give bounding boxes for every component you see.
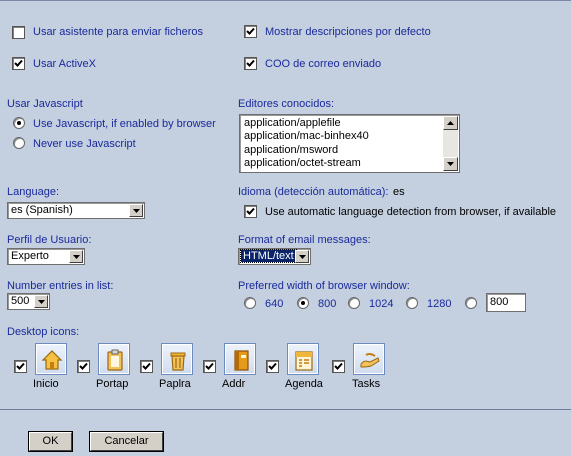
auto-language-label: Use automatic language detection from br…: [265, 206, 557, 218]
check-icon: [205, 362, 214, 370]
entries-title: Number entries in list:: [7, 280, 114, 292]
scrollbar[interactable]: [443, 116, 458, 171]
icon-checkbox-inicio[interactable]: [14, 360, 27, 373]
list-item[interactable]: application/octet-stream: [244, 157, 361, 169]
home-icon[interactable]: [35, 343, 67, 375]
scroll-up-button[interactable]: [443, 116, 458, 130]
check-icon: [16, 362, 25, 370]
entries-value: 500: [11, 295, 30, 307]
icon-checkbox-tasks[interactable]: [332, 360, 345, 373]
coo-checkbox[interactable]: [244, 57, 257, 70]
profile-select[interactable]: Experto: [7, 248, 85, 265]
activex-label: Usar ActiveX: [33, 58, 96, 70]
width-option-label: 640: [265, 298, 284, 310]
clipboard-icon[interactable]: [98, 343, 130, 375]
top-border: [0, 0, 571, 1]
wizard-checkbox[interactable]: [12, 26, 25, 39]
calendar-icon[interactable]: [287, 343, 319, 375]
editors-listbox[interactable]: application/applefile application/mac-bi…: [239, 114, 460, 173]
email-format-title: Format of email messages:: [238, 234, 371, 246]
check-icon: [79, 362, 88, 370]
icon-label: Portap: [96, 378, 129, 390]
width-option-label: 1280: [427, 298, 452, 310]
width-option-label: 1024: [369, 298, 394, 310]
language-value: es (Spanish): [11, 204, 73, 216]
separator: [0, 409, 571, 410]
auto-language-checkbox[interactable]: [244, 205, 257, 218]
width-1280-radio[interactable]: [406, 297, 418, 309]
profile-value: Experto: [11, 250, 49, 262]
check-icon: [246, 207, 255, 215]
editors-title: Editores conocidos:: [238, 98, 334, 110]
address-book-icon[interactable]: [224, 343, 256, 375]
icon-checkbox-portap[interactable]: [77, 360, 90, 373]
desktop-icons-title: Desktop icons:: [7, 326, 80, 338]
check-icon: [268, 362, 277, 370]
custom-width-input[interactable]: 800: [486, 293, 526, 312]
icon-label: Tasks: [352, 378, 381, 390]
language-select[interactable]: es (Spanish): [7, 202, 145, 219]
icon-label: Addr: [222, 378, 246, 390]
chevron-down-icon: [133, 209, 140, 213]
cancel-button[interactable]: Cancelar: [90, 432, 163, 451]
detected-language-label: Idioma (detección automática):: [238, 186, 389, 198]
width-1024-radio[interactable]: [348, 297, 360, 309]
profile-title: Perfil de Usuario:: [7, 234, 92, 246]
chevron-down-icon: [73, 255, 80, 259]
icon-label: Inicio: [33, 378, 59, 390]
language-title: Language:: [7, 186, 59, 198]
tasks-icon[interactable]: [353, 343, 385, 375]
width-640-radio[interactable]: [244, 297, 256, 309]
icon-checkbox-paplra[interactable]: [140, 360, 153, 373]
javascript-option-label: Use Javascript, if enabled by browser: [33, 118, 216, 130]
javascript-title: Usar Javascript: [7, 98, 83, 110]
check-icon: [334, 362, 343, 370]
icon-label: Agenda: [285, 378, 323, 390]
coo-label: COO de correo enviado: [265, 58, 382, 70]
show-descriptions-label: Mostrar descripciones por defecto: [265, 26, 431, 38]
email-format-value: HTML/text: [240, 249, 297, 263]
javascript-never-radio[interactable]: [13, 137, 25, 149]
list-item[interactable]: application/applefile: [244, 117, 341, 129]
chevron-down-icon: [38, 300, 45, 304]
icon-checkbox-agenda[interactable]: [266, 360, 279, 373]
show-descriptions-checkbox[interactable]: [244, 25, 257, 38]
activex-checkbox[interactable]: [12, 57, 25, 70]
check-icon: [246, 59, 255, 67]
detected-language-value: es: [393, 186, 405, 198]
check-icon: [246, 27, 255, 35]
width-option-label: 800: [318, 298, 337, 310]
ok-button[interactable]: OK: [29, 432, 72, 451]
javascript-enabled-radio[interactable]: [13, 117, 25, 129]
arrow-up-icon: [447, 121, 454, 125]
icon-checkbox-addr[interactable]: [203, 360, 216, 373]
list-item[interactable]: application/mac-binhex40: [244, 130, 369, 142]
wizard-label: Usar asistente para enviar ficheros: [33, 26, 203, 38]
list-item[interactable]: application/msword: [244, 144, 338, 156]
javascript-option-label: Never use Javascript: [33, 138, 136, 150]
check-icon: [142, 362, 151, 370]
trash-icon[interactable]: [161, 343, 193, 375]
check-icon: [14, 59, 23, 67]
scroll-down-button[interactable]: [443, 157, 458, 171]
chevron-down-icon: [299, 255, 306, 259]
arrow-down-icon: [447, 162, 454, 166]
email-format-select[interactable]: HTML/text: [238, 248, 311, 265]
width-800-radio[interactable]: [297, 297, 309, 309]
icon-label: Paplra: [159, 378, 191, 390]
width-custom-radio[interactable]: [465, 297, 477, 309]
entries-select[interactable]: 500: [7, 293, 50, 310]
browser-width-title: Preferred width of browser window:: [238, 280, 410, 292]
